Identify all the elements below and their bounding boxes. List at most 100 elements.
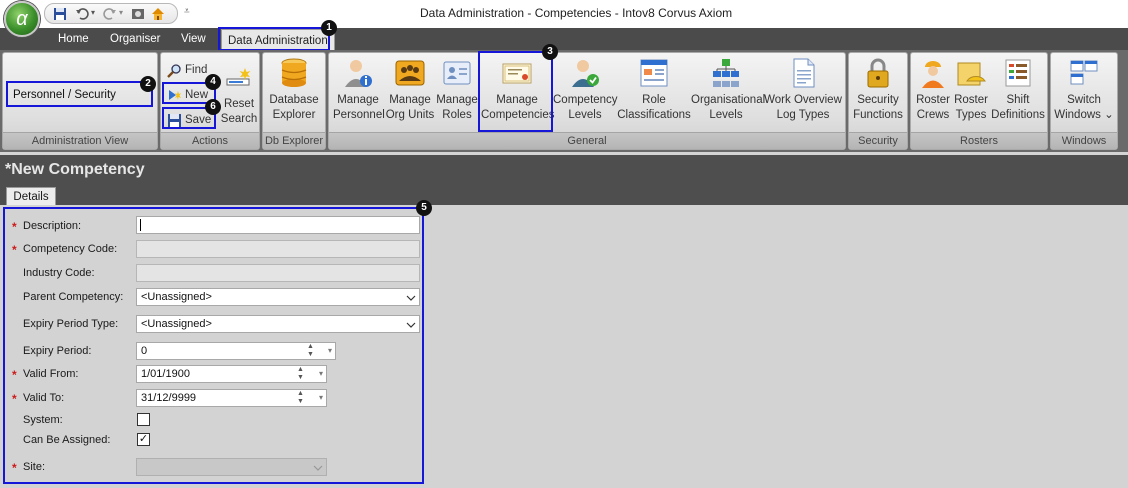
roster-crews-line-1: Roster <box>916 94 950 106</box>
valid-from-value: 1/01/1900 <box>141 368 190 380</box>
manage-personnel-line-2: Personnel <box>333 109 385 121</box>
tab-home[interactable]: Home <box>52 28 95 50</box>
manage-org-units-button[interactable]: Manage Org Units <box>385 57 435 123</box>
valid-to-label: Valid To: <box>23 392 65 404</box>
manage-roles-button[interactable]: Manage Roles <box>435 57 479 123</box>
spinner-arrows-icon[interactable]: ▲ ▼ <box>307 343 314 359</box>
roster-crews-button[interactable]: Roster Crews <box>915 57 951 123</box>
industry-code-input[interactable] <box>136 264 420 282</box>
form-title: *New Competency <box>5 161 145 178</box>
work-overview-log-types-button[interactable]: Work Overview Log Types <box>763 57 843 123</box>
expiry-period-type-select[interactable]: <Unassigned> <box>136 315 420 333</box>
app-menu-orb-icon[interactable]: α <box>4 1 40 37</box>
save-icon[interactable] <box>53 7 67 21</box>
windows-tile-icon <box>1070 60 1098 85</box>
hierarchy-icon <box>713 59 739 87</box>
callout-box-1 <box>218 27 330 51</box>
required-marker: * <box>12 392 17 406</box>
required-marker: * <box>12 220 17 234</box>
role-classifications-button[interactable]: Role Classifications <box>617 57 691 123</box>
screenshot-icon[interactable] <box>131 7 145 21</box>
reset-search-icon <box>226 68 251 86</box>
roster-types-line-2: Types <box>955 109 987 121</box>
work-overview-line-1: Work Overview <box>764 94 842 106</box>
competency-levels-button[interactable]: Competency Levels <box>553 57 618 123</box>
group-label: General <box>329 132 845 149</box>
quick-access-toolbar: ▾ ▾ <box>44 3 178 24</box>
description-input[interactable] <box>136 216 420 234</box>
site-select[interactable] <box>136 458 327 476</box>
expiry-period-spinner[interactable]: 0 ▲ ▼ ▾ <box>136 342 336 360</box>
home-icon[interactable] <box>151 7 165 21</box>
organisational-levels-line-1: Organisational <box>691 94 766 106</box>
industry-code-label: Industry Code: <box>23 267 95 279</box>
manage-org-units-line-2: Org Units <box>385 109 435 121</box>
reset-search-button[interactable]: Reset Search <box>219 57 259 127</box>
callout-badge-4: 4 <box>205 74 221 90</box>
role-classifications-line-2: Classifications <box>617 109 691 121</box>
expiry-period-type-value: <Unassigned> <box>141 318 212 330</box>
manage-personnel-button[interactable]: Manage Personnel <box>333 57 385 123</box>
manage-personnel-line-1: Manage <box>337 94 379 106</box>
callout-badge-6: 6 <box>205 99 221 115</box>
group-rosters: Roster Crews Roster Types Shift Definiti… <box>910 52 1048 150</box>
group-security: Security Functions Security <box>848 52 908 150</box>
can-be-assigned-label: Can Be Assigned: <box>23 434 111 446</box>
group-label: Windows <box>1051 132 1117 149</box>
form-title-bar <box>0 155 1128 185</box>
manage-roles-line-1: Manage <box>436 94 478 106</box>
chevron-down-icon <box>313 465 323 471</box>
required-marker: * <box>12 243 17 257</box>
required-marker: * <box>12 461 17 475</box>
org-units-icon <box>395 60 425 86</box>
spinner-arrows-icon[interactable]: ▲ ▼ <box>297 390 304 406</box>
chevron-down-icon[interactable]: ▾ <box>328 343 332 359</box>
undo-icon[interactable] <box>75 7 89 21</box>
chevron-down-icon[interactable]: ▾ <box>319 390 323 406</box>
checkmark-icon: ✓ <box>138 433 149 445</box>
callout-badge-5: 5 <box>416 200 432 216</box>
system-checkbox[interactable] <box>137 413 150 426</box>
shift-definitions-line-2: Definitions <box>991 109 1045 121</box>
callout-badge-3: 3 <box>542 44 558 60</box>
switch-windows-button[interactable]: Switch Windows ⌄ <box>1053 57 1115 123</box>
valid-from-date-input[interactable]: 1/01/1900 ▲ ▼ ▾ <box>136 365 327 383</box>
chevron-down-icon[interactable]: ▾ <box>319 366 323 382</box>
group-label: Rosters <box>911 132 1047 149</box>
shift-definitions-line-1: Shift <box>1006 94 1030 106</box>
group-label: Security <box>849 132 907 149</box>
tab-view[interactable]: View <box>175 28 212 50</box>
text-caret <box>140 219 141 231</box>
shift-definitions-button[interactable]: Shift Definitions <box>991 57 1045 123</box>
classification-list-icon <box>640 59 668 87</box>
find-button[interactable]: Find <box>165 62 207 79</box>
customize-qat-icon[interactable]: ⩡ <box>184 6 190 17</box>
padlock-icon <box>867 58 889 88</box>
roster-crews-line-2: Crews <box>916 109 950 121</box>
organisational-levels-line-2: Levels <box>709 109 743 121</box>
valid-to-date-input[interactable]: 31/12/9999 ▲ ▼ ▾ <box>136 389 327 407</box>
parent-competency-select[interactable]: <Unassigned> <box>136 288 420 306</box>
system-label: System: <box>23 414 63 426</box>
switch-windows-line-2: Windows ⌄ <box>1054 109 1114 121</box>
security-functions-button[interactable]: Security Functions <box>851 57 905 123</box>
description-label: Description: <box>23 220 82 232</box>
expiry-period-value: 0 <box>141 345 148 357</box>
tab-details[interactable]: Details <box>6 187 56 206</box>
roster-types-line-1: Roster <box>954 94 988 106</box>
competency-code-input[interactable] <box>136 240 420 258</box>
roster-types-button[interactable]: Roster Types <box>953 57 989 123</box>
parent-competency-value: <Unassigned> <box>141 291 212 303</box>
group-windows: Switch Windows ⌄ Windows <box>1050 52 1118 150</box>
competency-levels-line-1: Competency <box>553 94 618 106</box>
database-explorer-button[interactable]: Database Explorer <box>265 57 323 123</box>
redo-icon[interactable] <box>103 7 117 21</box>
competency-code-label: Competency Code: <box>23 243 118 255</box>
schedule-icon <box>1005 59 1031 87</box>
organisational-levels-button[interactable]: Organisational Levels <box>691 57 765 123</box>
can-be-assigned-checkbox[interactable]: ✓ <box>137 433 150 446</box>
spinner-arrows-icon[interactable]: ▲ ▼ <box>297 366 304 382</box>
expiry-period-label: Expiry Period: <box>23 345 92 357</box>
tab-organiser[interactable]: Organiser <box>104 28 167 50</box>
expiry-period-type-label: Expiry Period Type: <box>23 318 119 330</box>
